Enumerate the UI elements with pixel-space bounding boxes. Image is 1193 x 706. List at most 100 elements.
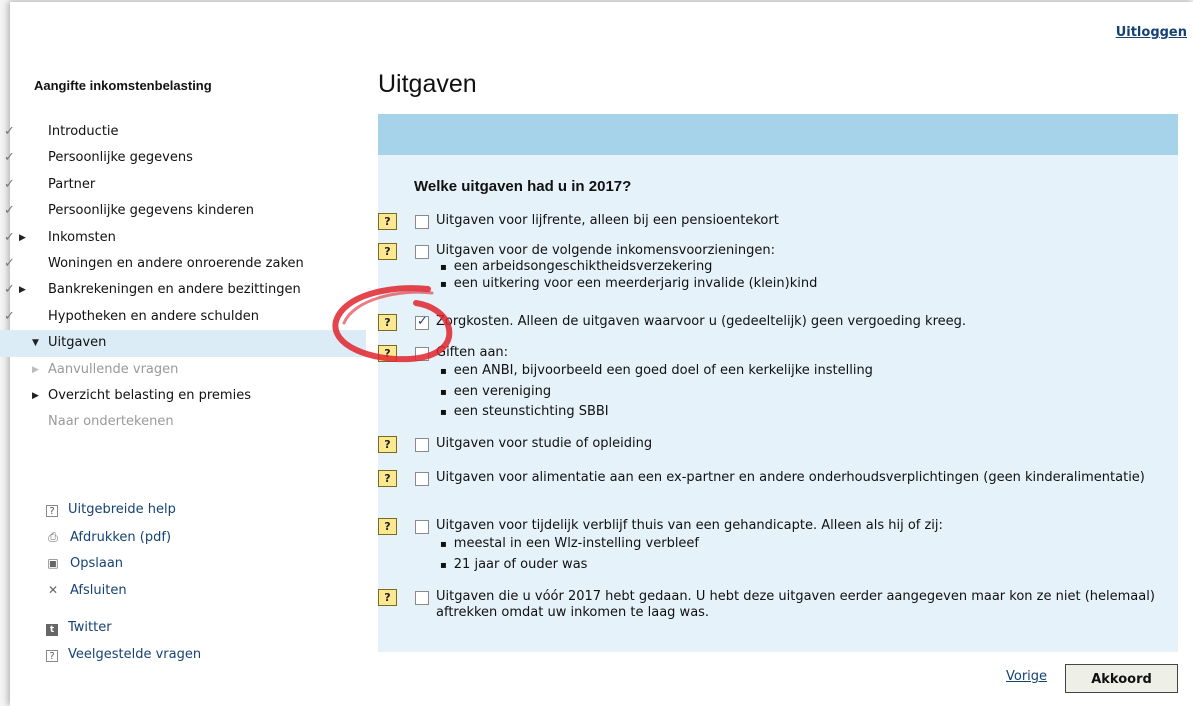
option-text: Giften aan: <box>436 345 509 360</box>
option-checkbox[interactable] <box>415 591 429 605</box>
sidebar-nav: ✓ Introductie ✓ Persoonlijke gegevens ✓ Par… <box>0 119 366 436</box>
help-button[interactable]: ? <box>378 345 397 362</box>
sidebar-tools: ? Uitgebreide help ⎙ Afdrukken (pdf) ▣ Opsl… <box>46 497 201 668</box>
option-label: Uitgaven die u vóór 2017 hebt gedaan. U … <box>436 589 1156 621</box>
chevron-right-icon[interactable]: ▶ <box>19 277 26 303</box>
print-link-label: Afdrukken (pdf) <box>70 529 172 545</box>
help-button[interactable]: ? <box>378 314 397 331</box>
save-link[interactable]: ▣ Opslaan <box>46 550 201 577</box>
sidebar-item-label: Uitgaven <box>48 335 107 351</box>
option-checkbox-checked[interactable] <box>415 314 429 330</box>
bullet-item: meestal in een Wlz-instelling verbleef <box>440 534 1156 555</box>
bullet-item: een arbeidsongeschiktheidsverzekering <box>440 259 1156 276</box>
help-button[interactable]: ? <box>378 243 397 260</box>
sidebar-item-label: Woningen en andere onroerende zaken <box>48 255 304 271</box>
twitter-icon: t <box>46 624 58 636</box>
faq-link[interactable]: ? Veelgestelde vragen <box>46 642 201 669</box>
check-icon: ✓ <box>4 203 15 219</box>
help-button[interactable]: ? <box>378 470 397 487</box>
sidebar-item-bankrekeningen[interactable]: ✓ ▶ Bankrekeningen en andere bezittingen <box>0 277 366 303</box>
sidebar-item-kinderen[interactable]: ✓ Persoonlijke gegevens kinderen <box>0 198 366 224</box>
sidebar-item-label: Aanvullende vragen <box>48 361 179 377</box>
option-label: Uitgaven voor alimentatie aan een ex-par… <box>436 470 1156 486</box>
chevron-right-icon[interactable]: ▶ <box>32 383 39 409</box>
header-bar <box>378 114 1178 155</box>
chevron-right-icon: ▶ <box>32 364 39 375</box>
option-label: Giften aan: een ANBI, bijvoorbeeld een g… <box>436 345 1156 423</box>
option-text: Uitgaven voor lijfrente, alleen bij een … <box>436 213 779 228</box>
help-button[interactable]: ? <box>378 589 397 606</box>
sidebar-item-hypotheken[interactable]: ✓ Hypotheken en andere schulden <box>0 304 366 330</box>
question-panel: Welke uitgaven had u in 2017? ? Uitgaven… <box>378 155 1178 652</box>
check-icon: ✓ <box>4 150 15 166</box>
bullet-item: een vereniging <box>440 382 1156 403</box>
chevron-down-icon[interactable]: ▼ <box>32 330 39 356</box>
option-text: Uitgaven voor alimentatie aan een ex-par… <box>436 470 1145 485</box>
sidebar-item-overzicht[interactable]: ▶ Overzicht belasting en premies <box>0 383 366 409</box>
akkoord-button[interactable]: Akkoord <box>1065 664 1178 693</box>
sidebar-item-aanvullende-vragen: ▶ Aanvullende vragen <box>0 357 366 383</box>
sidebar-item-inkomsten[interactable]: ✓ ▶ Inkomsten <box>0 225 366 251</box>
sidebar-item-persoonlijke-gegevens[interactable]: ✓ Persoonlijke gegevens <box>0 145 366 171</box>
help-icon: ? <box>46 505 58 517</box>
close-icon: ✕ <box>47 582 59 597</box>
sidebar-item-label: Persoonlijke gegevens kinderen <box>48 203 254 219</box>
option-text: Uitgaven voor de volgende inkomensvoorzi… <box>436 243 775 258</box>
bullet-item: een steunstichting SBBI <box>440 402 1156 423</box>
close-link-label: Afsluiten <box>70 582 127 598</box>
bullet-item: 21 jaar of ouder was <box>440 555 1156 576</box>
print-icon: ⎙ <box>48 529 58 544</box>
check-icon: ✓ <box>4 229 15 245</box>
check-icon: ✓ <box>4 308 15 324</box>
twitter-link-label: Twitter <box>68 620 112 635</box>
question-heading: Welke uitgaven had u in 2017? <box>414 178 632 195</box>
option-label: Uitgaven voor lijfrente, alleen bij een … <box>436 213 1156 229</box>
chevron-right-icon[interactable]: ▶ <box>19 225 26 251</box>
spacer <box>46 603 201 615</box>
sidebar-item-label: Partner <box>48 176 96 192</box>
option-checkbox[interactable] <box>415 215 429 229</box>
logout-link[interactable]: Uitloggen <box>1116 25 1187 40</box>
option-label: Uitgaven voor studie of opleiding <box>436 436 1156 452</box>
option-bullets: een arbeidsongeschiktheidsverzekering ee… <box>436 259 1156 293</box>
sidebar-item-label: Overzicht belasting en premies <box>48 387 251 403</box>
help-link[interactable]: ? Uitgebreide help <box>46 497 201 524</box>
sidebar-item-partner[interactable]: ✓ Partner <box>0 172 366 198</box>
option-checkbox[interactable] <box>415 245 429 259</box>
check-icon: ✓ <box>4 282 15 298</box>
close-link[interactable]: ✕ Afsluiten <box>46 577 201 604</box>
print-pdf-link[interactable]: ⎙ Afdrukken (pdf) <box>46 524 201 551</box>
option-bullets: meestal in een Wlz-instelling verbleef 2… <box>436 534 1156 575</box>
option-checkbox[interactable] <box>415 472 429 486</box>
option-checkbox[interactable] <box>415 438 429 452</box>
help-button[interactable]: ? <box>378 518 397 535</box>
help-button[interactable]: ? <box>378 213 397 230</box>
sidebar-item-ondertekenen: Naar ondertekenen <box>0 409 366 435</box>
twitter-link[interactable]: t Twitter <box>46 615 201 642</box>
help-link-label: Uitgebreide help <box>68 502 176 517</box>
help-button[interactable]: ? <box>378 436 397 453</box>
sidebar-item-label: Introductie <box>48 124 119 139</box>
save-icon: ▣ <box>47 556 59 570</box>
previous-link[interactable]: Vorige <box>1006 669 1047 684</box>
sidebar-item-label: Bankrekeningen en andere bezittingen <box>48 282 301 298</box>
sidebar-item-introductie[interactable]: ✓ Introductie <box>0 119 366 145</box>
help-icon: ? <box>46 649 58 662</box>
sidebar-item-label: Naar ondertekenen <box>48 414 174 430</box>
sidebar-item-uitgaven[interactable]: ▼ Uitgaven <box>0 330 366 357</box>
option-checkbox[interactable] <box>415 347 429 361</box>
option-text: Uitgaven voor tijdelijk verblijf thuis v… <box>436 518 943 533</box>
page-title: Uitgaven <box>378 70 477 98</box>
check-icon: ✓ <box>4 255 15 271</box>
option-text: Zorgkosten. Alleen de uitgaven waarvoor … <box>436 314 967 329</box>
sidebar-item-woningen[interactable]: ✓ Woningen en andere onroerende zaken <box>0 251 366 277</box>
sidebar-item-label: Hypotheken en andere schulden <box>48 308 259 324</box>
option-label: Zorgkosten. Alleen de uitgaven waarvoor … <box>436 314 1156 330</box>
sidebar-item-label: Persoonlijke gegevens <box>48 150 193 166</box>
option-text: Uitgaven die u vóór 2017 hebt gedaan. U … <box>436 589 1155 620</box>
option-bullets: een ANBI, bijvoorbeeld een goed doel of … <box>436 361 1156 423</box>
bullet-item: een uitkering voor een meerderjarig inva… <box>440 276 1156 293</box>
option-checkbox[interactable] <box>415 520 429 534</box>
check-icon: ✓ <box>4 176 15 192</box>
check-icon: ✓ <box>4 124 15 139</box>
